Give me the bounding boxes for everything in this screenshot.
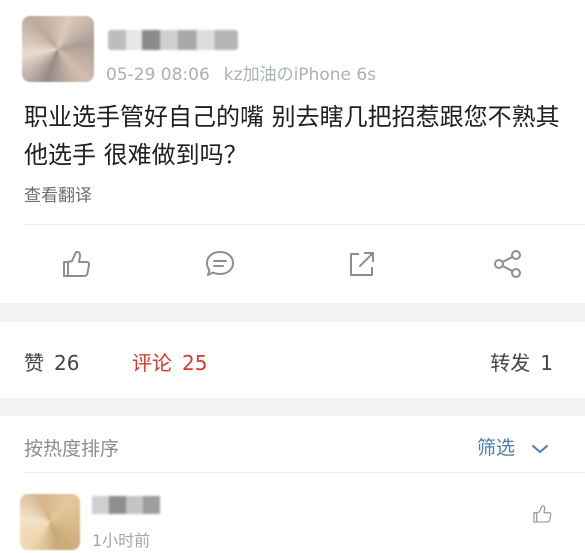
username[interactable] [108,30,238,50]
comments-tab[interactable]: 评论 25 [132,347,207,376]
comments-label: 评论 [132,351,172,375]
comment-button[interactable] [202,246,238,282]
share-button[interactable] [490,246,526,282]
section-gap [0,303,585,322]
sort-label[interactable]: 按热度排序 [24,434,119,461]
section-gap-2 [0,398,585,416]
likes-label: 赞 [24,351,44,375]
repost-icon [350,252,374,276]
reposts-tab[interactable]: 转发 1 [490,347,553,376]
divider [24,224,585,225]
comment-time: 1小时前 [92,531,151,550]
avatar[interactable] [22,16,94,82]
post-date: 05-29 08:06 [106,65,210,85]
filter-label: 筛选 [476,437,515,459]
comments-count: 25 [182,351,208,375]
reposts-count: 1 [540,351,553,375]
post-meta: 05-29 08:06 kz加油のiPhone 6s [106,60,390,85]
thumbs-up-icon [63,251,91,277]
post-text: 职业选手管好自己的嘴 别去瞎几把招惹跟您不熟其他选手 很难做到吗？ [24,103,560,169]
post-source: kz加油のiPhone 6s [223,65,377,85]
thumbs-up-icon [533,505,552,523]
likes-tab[interactable]: 赞 26 [24,347,79,376]
divider [24,472,585,473]
action-bar [0,232,585,294]
comment-icon [206,251,234,276]
comment-avatar[interactable] [20,494,80,550]
reposts-label: 转发 [490,351,531,375]
share-icon [494,250,521,278]
sort-row: 按热度排序 筛选 [0,420,585,472]
like-button[interactable] [58,246,94,282]
comment-like-button[interactable] [530,502,554,526]
translate-link[interactable]: 查看翻译 [24,181,92,206]
comment-username[interactable] [92,496,160,514]
filter-button[interactable]: 筛选 [477,433,549,460]
stats-row: 赞 26 评论 25 转发 1 [0,330,585,390]
likes-count: 26 [54,351,80,375]
chevron-down-icon [532,444,548,453]
repost-button[interactable] [344,246,380,282]
